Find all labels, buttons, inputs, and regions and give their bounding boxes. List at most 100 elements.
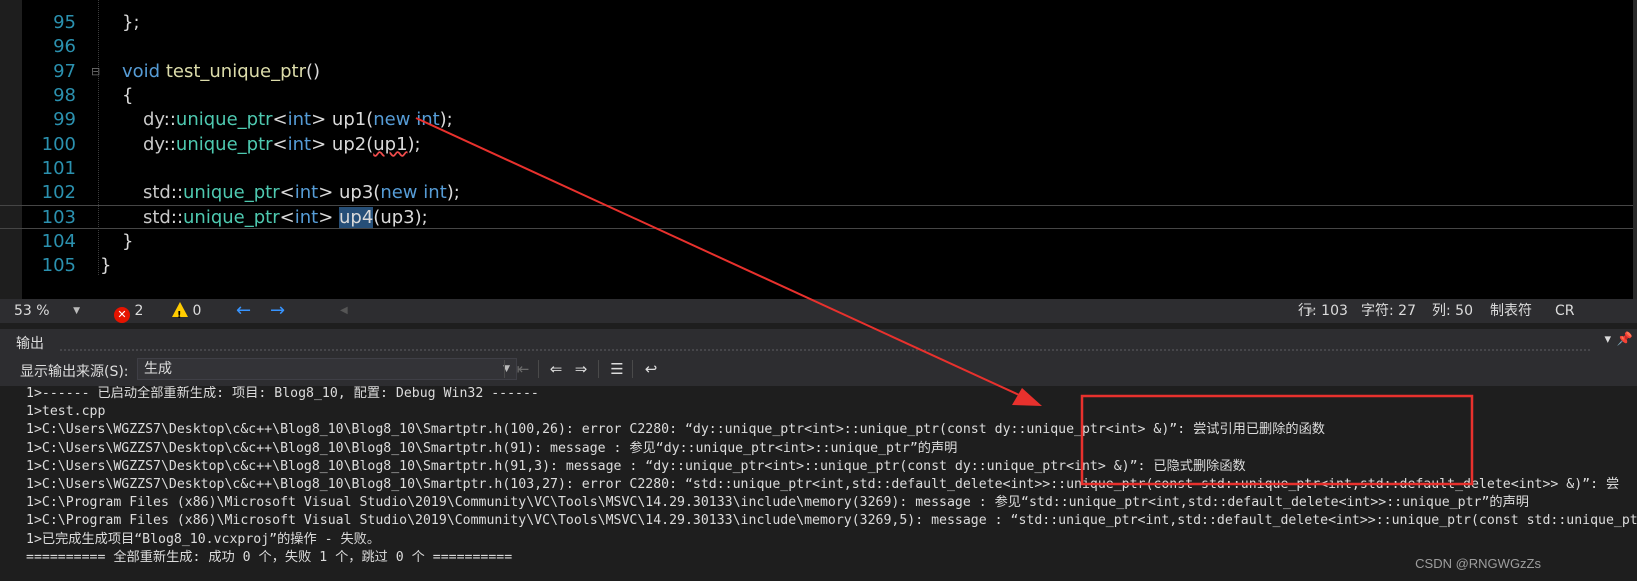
output-line: 1>C:\Users\WGZZS7\Desktop\c&c++\Blog8_10… [26, 477, 1620, 492]
scroll-left-icon[interactable]: ◀ [340, 299, 348, 323]
code-text[interactable]: { [122, 84, 133, 108]
line-indicator[interactable]: 行: 103 [1298, 299, 1348, 323]
code-line[interactable]: 105} [0, 254, 1637, 278]
output-source-label: 显示输出来源(S): [20, 364, 129, 380]
toolbar-divider [538, 360, 539, 378]
line-ending-indicator[interactable]: CR [1555, 299, 1575, 323]
code-token: } [122, 230, 134, 252]
watermark: CSDN @RNGWGzZs [1415, 556, 1541, 571]
output-source-select[interactable]: 生成 ▼ [137, 358, 517, 380]
navigate-back-icon[interactable]: ← [236, 299, 251, 323]
code-token: < [279, 182, 295, 204]
navigate-forward-icon[interactable]: → [270, 299, 285, 323]
code-token: up3 [380, 207, 415, 229]
code-text[interactable]: }; [122, 11, 140, 35]
error-icon: ✕ [114, 307, 130, 323]
code-token: int [294, 182, 319, 204]
output-line: 1>C:\Users\WGZZS7\Desktop\c&c++\Blog8_10… [26, 440, 958, 456]
drag-grip[interactable] [60, 331, 1590, 351]
zoom-dropdown[interactable]: 53 % ▼ [12, 301, 84, 321]
pin-icon[interactable]: 📌 [1617, 332, 1633, 347]
code-token: unique_ptr [175, 109, 273, 131]
code-text[interactable]: std::unique_ptr<int> up3(new int); [143, 181, 460, 205]
code-token: :: [163, 133, 176, 155]
code-token: void [122, 60, 161, 82]
tabs-indicator[interactable]: 制表符 [1490, 299, 1532, 323]
find-message-icon[interactable]: ⇤ [512, 359, 534, 379]
code-token: test_unique_ptr [165, 60, 307, 82]
line-number: 104 [41, 230, 76, 252]
code-line[interactable]: 95}; [0, 11, 1637, 35]
code-token: < [272, 109, 288, 131]
warning-count: 0 [192, 303, 202, 319]
code-token: int [287, 109, 312, 131]
code-token: dy [143, 133, 164, 155]
code-token: std [143, 182, 171, 204]
chevron-down-icon: ▼ [73, 306, 80, 316]
code-token: new [380, 182, 418, 204]
code-token: int [416, 109, 440, 131]
code-token: up4 [339, 207, 374, 229]
char-indicator[interactable]: 字符: 27 [1361, 299, 1416, 323]
code-line[interactable]: 104} [0, 230, 1637, 254]
code-line[interactable]: 98 { [0, 84, 1637, 108]
output-panel-title: 输出 [16, 336, 44, 352]
code-token: :: [163, 109, 176, 131]
code-line[interactable]: 99 dy::unique_ptr<int> up1(new int); [0, 108, 1637, 132]
zoom-value: 53 % [14, 303, 50, 319]
output-source-value: 生成 [144, 361, 172, 377]
editor-status-bar: 53 % ▼ ✕ 2 ! 0 ← → ◀ ▶ 行: 103 字符: 27 列: … [0, 299, 1637, 323]
code-text[interactable]: std::unique_ptr<int> up4(up3); [143, 206, 428, 230]
line-number: 98 [53, 84, 76, 106]
code-text[interactable]: } [122, 230, 133, 254]
window-menu-icon[interactable]: ▾ [1604, 332, 1611, 347]
vertical-scrollbar[interactable] [1633, 0, 1637, 299]
code-token: dy [143, 109, 164, 131]
line-number: 101 [41, 157, 76, 179]
previous-message-icon[interactable]: ⇐ [545, 359, 567, 379]
code-line[interactable]: 102 std::unique_ptr<int> up3(new int); [0, 181, 1637, 205]
code-token: int [294, 207, 319, 229]
code-token: int [287, 133, 312, 155]
clear-all-icon[interactable]: ☰ [606, 359, 628, 379]
line-number: 103 [41, 207, 76, 229]
code-token: up2 [331, 133, 367, 155]
code-token: > [311, 133, 332, 155]
line-number: 102 [41, 182, 76, 204]
code-line[interactable]: 101 [0, 157, 1637, 181]
code-line[interactable]: 97 ⊟ void test_unique_ptr() [0, 60, 1637, 84]
code-token: new [373, 109, 411, 131]
code-line[interactable]: 103 std::unique_ptr<int> up4(up3); [0, 205, 1637, 230]
horizontal-scrollbar[interactable]: ◀ ▶ [340, 299, 1315, 323]
code-token: int [423, 182, 447, 204]
output-line: 1>C:\Program Files (x86)\Microsoft Visua… [26, 495, 1529, 511]
code-editor[interactable]: 95}; 96 97 ⊟ void test_unique_ptr() 98{99 dy::… [0, 0, 1637, 299]
column-indicator[interactable]: 列: 50 [1432, 299, 1473, 323]
code-text[interactable]: dy::unique_ptr<int> up1(new int); [143, 108, 453, 132]
error-indicator[interactable]: ✕ 2 [114, 299, 143, 323]
line-number: 96 [53, 36, 76, 58]
output-text-area[interactable]: 1>------ 已启动全部重新生成: 项目: Blog8_10, 配置: De… [0, 386, 1637, 581]
output-panel-header: 输出 ▾ 📌 [0, 329, 1637, 353]
line-number: 95 [53, 12, 76, 33]
toolbar-divider [632, 360, 633, 378]
code-text[interactable]: void test_unique_ptr() [122, 60, 320, 84]
next-message-icon[interactable]: ⇒ [570, 359, 592, 379]
code-token: up3 [339, 182, 374, 204]
code-token: up1 [373, 133, 408, 155]
toolbar-divider [504, 360, 505, 378]
output-line: 1>------ 已启动全部重新生成: 项目: Blog8_10, 配置: De… [26, 386, 539, 401]
line-number: 105 [41, 255, 76, 276]
collapse-icon[interactable]: ⊟ [91, 60, 100, 84]
code-text[interactable]: } [100, 254, 111, 278]
warning-icon: ! [172, 302, 188, 321]
line-number: 99 [53, 109, 76, 131]
word-wrap-icon[interactable]: ↩ [640, 359, 662, 379]
code-text[interactable]: dy::unique_ptr<int> up2(up1); [143, 133, 421, 157]
warning-indicator[interactable]: ! 0 [172, 299, 201, 323]
line-number: 97 [53, 60, 76, 82]
code-line[interactable]: 96 [0, 35, 1637, 59]
output-line: 1>C:\Users\WGZZS7\Desktop\c&c++\Blog8_10… [26, 422, 1325, 438]
output-toolbar: 显示输出来源(S): 生成 ▼ ⇤ ⇐ ⇒ ☰ ↩ [0, 353, 1637, 386]
code-line[interactable]: 100 dy::unique_ptr<int> up2(up1); [0, 133, 1637, 157]
